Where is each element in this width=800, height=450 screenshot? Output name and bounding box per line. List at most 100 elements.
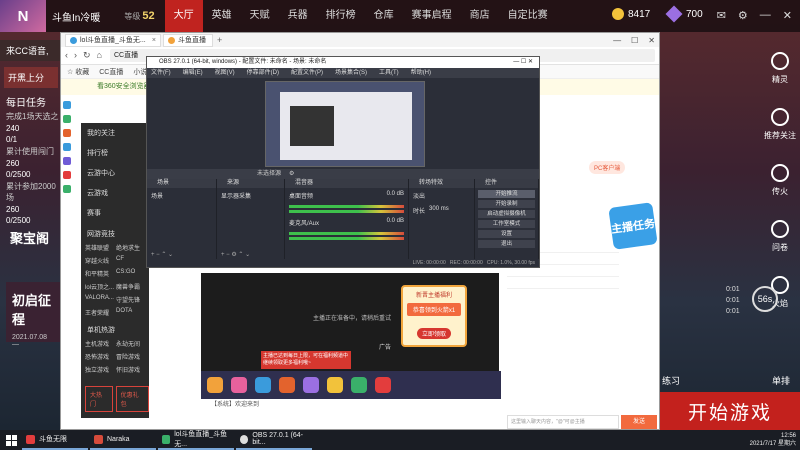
- menu-help[interactable]: 帮助(H): [411, 68, 431, 78]
- game-link[interactable]: 穿越火线: [85, 256, 114, 265]
- studio-mode-button[interactable]: 工作室模式: [478, 220, 535, 228]
- duration-input[interactable]: 300 ms: [429, 206, 449, 215]
- sidebar-icon[interactable]: [63, 101, 71, 109]
- nav-talent[interactable]: 天赋: [241, 0, 279, 32]
- new-tab-icon[interactable]: +: [217, 35, 222, 45]
- scene-item[interactable]: 场景: [147, 188, 216, 203]
- fire-button[interactable]: 传火: [760, 152, 800, 208]
- browser-tab[interactable]: lol斗鱼直播_斗鱼无... ×: [65, 33, 161, 47]
- menu-docks[interactable]: 停靠部件(D): [247, 68, 279, 78]
- game-link[interactable]: 恐怖游戏: [85, 352, 114, 361]
- nav-leaderboard[interactable]: 排行榜: [317, 0, 365, 32]
- game-link[interactable]: 英雄联盟: [85, 243, 114, 252]
- transition-select[interactable]: 淡出: [409, 188, 474, 203]
- menu-scene-collection[interactable]: 场景集合(S): [335, 68, 367, 78]
- settings-button[interactable]: 设置: [478, 230, 535, 238]
- sidebar-icon[interactable]: [63, 185, 71, 193]
- maximize-icon[interactable]: ☐: [631, 36, 638, 45]
- event-banner[interactable]: 初启征程 2021.07.08—: [6, 282, 60, 348]
- chat-input[interactable]: 这里输入聊天内容，"@"可@主播: [507, 415, 619, 429]
- mail-icon[interactable]: ✉: [717, 9, 726, 22]
- menu-cloud-center[interactable]: 云游中心: [81, 163, 149, 183]
- start-button[interactable]: [0, 434, 22, 446]
- taskbar-app[interactable]: Naraka: [90, 430, 156, 450]
- obs-preview[interactable]: [265, 81, 425, 167]
- tab-close-icon[interactable]: ×: [152, 37, 156, 44]
- properties-icon[interactable]: ⚙: [289, 169, 294, 179]
- bookmark-item[interactable]: ☆ 收藏: [67, 67, 89, 77]
- pc-client-tag[interactable]: PC客户端: [589, 161, 626, 174]
- bookmark-item[interactable]: CC直播: [99, 67, 123, 77]
- sidebar-icon[interactable]: [63, 115, 71, 123]
- hot-button[interactable]: 大热门: [85, 386, 113, 412]
- game-link[interactable]: 和平精英: [85, 269, 114, 278]
- game-link[interactable]: 魔兽争霸: [116, 282, 145, 291]
- treasure-pavilion[interactable]: 聚宝阁: [10, 228, 49, 247]
- game-link[interactable]: 冒险游戏: [116, 352, 145, 361]
- gem-balance[interactable]: 700: [665, 5, 703, 23]
- game-link[interactable]: 永劫无间: [116, 339, 145, 348]
- claim-button[interactable]: 立即领取: [417, 328, 451, 339]
- follow-button[interactable]: 推荐关注: [760, 96, 800, 152]
- nav-weapons[interactable]: 兵器: [279, 0, 317, 32]
- minimize-icon[interactable]: —: [613, 36, 621, 45]
- menu-events[interactable]: 赛事: [81, 203, 149, 223]
- menu-follow[interactable]: 我的关注: [81, 123, 149, 143]
- gift-icon[interactable]: [375, 377, 391, 393]
- taskbar-app[interactable]: lol斗鱼直播_斗鱼无...: [158, 430, 234, 450]
- sidebar-icon[interactable]: [63, 129, 71, 137]
- gift-pack-button[interactable]: 优惠礼包: [115, 386, 149, 412]
- menu-cloud-game[interactable]: 云游戏: [81, 183, 149, 203]
- sidebar-icon[interactable]: [63, 171, 71, 179]
- game-link[interactable]: 独立游戏: [85, 365, 114, 374]
- virtual-camera-button[interactable]: 启动虚拟摄像机: [478, 210, 535, 218]
- survey-button[interactable]: 问卷: [760, 208, 800, 264]
- game-link[interactable]: 王者荣耀: [85, 308, 114, 317]
- home-icon[interactable]: ⌂: [97, 50, 102, 61]
- solo-label[interactable]: 单排: [772, 374, 790, 387]
- game-link[interactable]: CF: [116, 256, 145, 265]
- game-link[interactable]: 怀旧游戏: [116, 365, 145, 374]
- menu-view[interactable]: 视图(V): [215, 68, 235, 78]
- source-item[interactable]: 显示器采集: [217, 188, 284, 203]
- nav-shop[interactable]: 商店: [461, 0, 499, 32]
- system-tray-clock[interactable]: 12:56 2021/7/17 星期六: [750, 432, 796, 448]
- gift-icon[interactable]: [231, 377, 247, 393]
- gift-icon[interactable]: [279, 377, 295, 393]
- coin-balance[interactable]: 8417: [612, 8, 650, 20]
- start-game-button[interactable]: 开始游戏: [660, 392, 800, 430]
- exit-button[interactable]: 退出: [478, 240, 535, 248]
- game-link[interactable]: lol云顶之...: [85, 282, 114, 291]
- menu-ranking[interactable]: 排行榜: [81, 143, 149, 163]
- game-link[interactable]: DOTA: [116, 308, 145, 317]
- nav-custom-match[interactable]: 自定比赛: [499, 0, 557, 32]
- game-link[interactable]: 守望先锋: [116, 295, 145, 304]
- team-up-banner[interactable]: 开黑上分: [4, 67, 58, 88]
- elf-button[interactable]: 精灵: [760, 40, 800, 96]
- close-icon[interactable]: ✕: [783, 9, 792, 22]
- dock-toolbar[interactable]: + − ⚙ ⌃ ⌄: [217, 251, 284, 259]
- promo-bubble[interactable]: 主播已达到每日上限，可在福利频道中继续领取更多福利哦~: [261, 351, 351, 369]
- minimize-icon[interactable]: —: [760, 9, 771, 22]
- start-recording-button[interactable]: 开始录制: [478, 200, 535, 208]
- dock-toolbar[interactable]: + − ⌃ ⌄: [147, 251, 216, 259]
- nav-lobby[interactable]: 大厅: [164, 0, 203, 32]
- forward-icon[interactable]: ›: [74, 50, 77, 61]
- browser-tab-2[interactable]: 斗鱼直播: [163, 33, 213, 47]
- sidebar-icon[interactable]: [63, 143, 71, 151]
- nav-heroes[interactable]: 英雄: [203, 0, 241, 32]
- menu-profile[interactable]: 配置文件(P): [291, 68, 323, 78]
- gift-icon[interactable]: [351, 377, 367, 393]
- practice-label[interactable]: 练习: [662, 374, 680, 387]
- gift-icon[interactable]: [303, 377, 319, 393]
- send-button[interactable]: 发送: [621, 415, 657, 429]
- game-link[interactable]: 主机游戏: [85, 339, 114, 348]
- voice-banner[interactable]: 来CC语音,: [0, 40, 62, 61]
- back-icon[interactable]: ‹: [65, 50, 68, 61]
- game-link[interactable]: CS:GO: [116, 269, 145, 278]
- sidebar-icon[interactable]: [63, 157, 71, 165]
- nav-events[interactable]: 赛事启程: [403, 0, 461, 32]
- refresh-icon[interactable]: ↻: [83, 50, 91, 61]
- start-streaming-button[interactable]: 开始推流: [478, 190, 535, 198]
- menu-file[interactable]: 文件(F): [151, 68, 171, 78]
